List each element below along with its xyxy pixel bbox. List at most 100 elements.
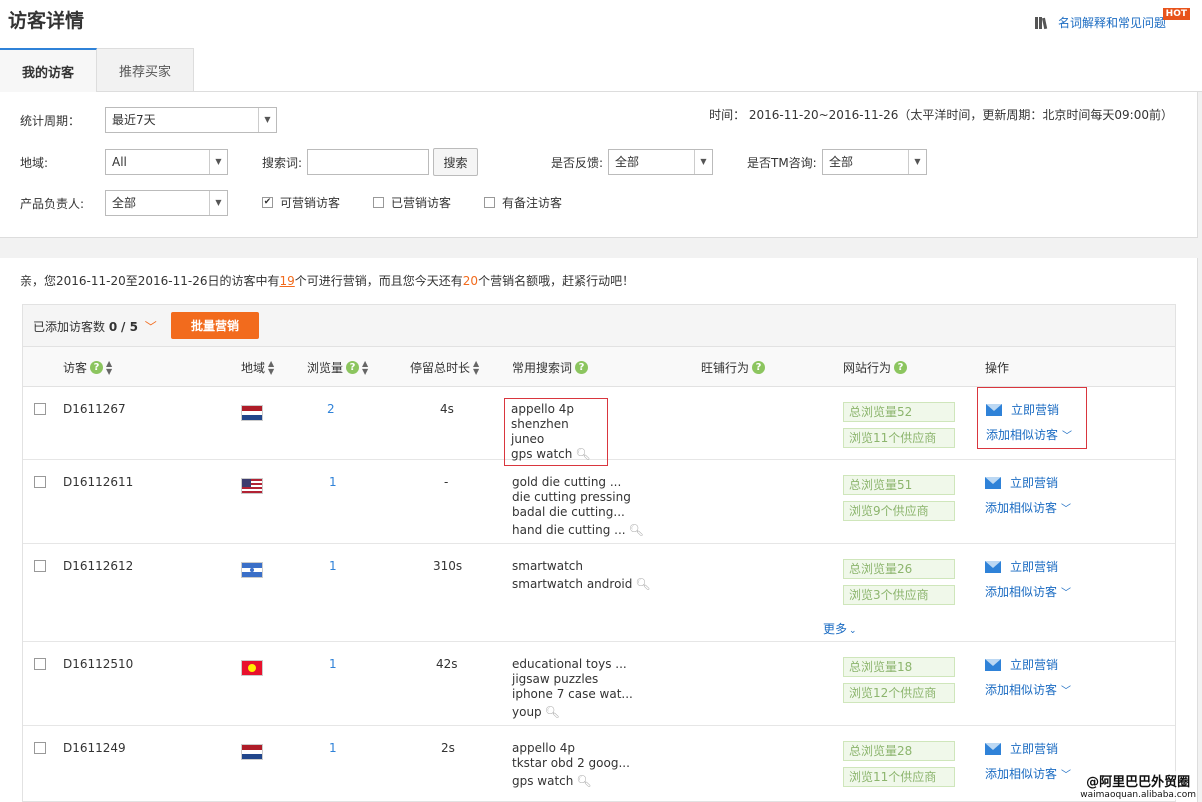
market-now-label[interactable]: 立即营销 bbox=[1011, 401, 1059, 418]
dropdown-arrow-icon[interactable]: ▼ bbox=[258, 108, 276, 132]
search-icon[interactable]: 🔍︎ bbox=[635, 577, 650, 591]
add-similar-link[interactable]: 添加相似访客 ﹀ bbox=[985, 681, 1071, 698]
market-now-link[interactable]: 立即营销 bbox=[985, 656, 1071, 673]
more-label[interactable]: 更多 bbox=[823, 622, 847, 636]
chevron-down-icon[interactable]: ﹀ bbox=[145, 320, 157, 334]
checkbox-icon[interactable] bbox=[373, 197, 384, 208]
keyword: youp bbox=[512, 705, 542, 719]
tm-select[interactable]: 全部 ▼ bbox=[822, 149, 927, 175]
period-select[interactable]: 最近7天 ▼ bbox=[105, 107, 277, 133]
row-checkbox[interactable] bbox=[34, 742, 46, 754]
col-region[interactable]: 地域 ▲ ▼ bbox=[241, 359, 274, 376]
market-now-label[interactable]: 立即营销 bbox=[1010, 558, 1058, 575]
views-count[interactable]: 1 bbox=[329, 657, 337, 671]
marketable-count[interactable]: 19 bbox=[279, 274, 294, 288]
sort-icon[interactable]: ▲ ▼ bbox=[473, 359, 479, 376]
row-checkbox[interactable] bbox=[34, 560, 46, 572]
keyword: educational toys ... bbox=[512, 657, 627, 671]
add-similar-label[interactable]: 添加相似访客 bbox=[985, 681, 1057, 698]
search-icon[interactable]: 🔍︎ bbox=[629, 523, 644, 537]
add-similar-link[interactable]: 添加相似访客 ﹀ bbox=[985, 499, 1071, 516]
search-button[interactable]: 搜索 bbox=[433, 148, 478, 176]
added-total: / 5 bbox=[121, 320, 138, 334]
col-duration[interactable]: 停留总时长 ▲ ▼ bbox=[410, 359, 479, 376]
chevron-down-icon[interactable]: ﹀ bbox=[1062, 427, 1072, 442]
col-views[interactable]: 浏览量? ▲ ▼ bbox=[307, 359, 368, 376]
help-link[interactable]: 名词解释和常见问题 HOT bbox=[1034, 8, 1190, 31]
market-now-link[interactable]: 立即营销 bbox=[985, 558, 1071, 575]
row-checkbox[interactable] bbox=[34, 403, 46, 415]
feedback-select-value: 全部 bbox=[615, 155, 640, 169]
sort-icon[interactable]: ▲ ▼ bbox=[106, 359, 112, 376]
search-input[interactable] bbox=[307, 149, 429, 175]
add-similar-label[interactable]: 添加相似访客 bbox=[985, 765, 1057, 782]
envelope-icon bbox=[985, 742, 1001, 755]
dropdown-arrow-icon[interactable]: ▼ bbox=[209, 191, 227, 215]
keyword: gps watch bbox=[511, 447, 573, 461]
tab-recommended-buyers[interactable]: 推荐买家 bbox=[97, 48, 194, 92]
checkbox-checked-icon[interactable]: ✔ bbox=[262, 197, 273, 208]
search-icon[interactable]: 🔍︎ bbox=[575, 447, 590, 461]
sort-icon[interactable]: ▲ ▼ bbox=[362, 359, 368, 376]
keyword-list: gold die cutting ... die cutting pressin… bbox=[512, 475, 644, 538]
views-count[interactable]: 1 bbox=[329, 559, 337, 573]
region-select[interactable]: All ▼ bbox=[105, 149, 228, 175]
row-checkbox[interactable] bbox=[34, 658, 46, 670]
search-icon[interactable]: 🔍︎ bbox=[576, 774, 591, 788]
help-icon[interactable]: ? bbox=[575, 361, 589, 374]
owner-select[interactable]: 全部 ▼ bbox=[105, 190, 228, 216]
double-chevron-down-icon[interactable]: ⌄ bbox=[849, 626, 857, 636]
tab-my-visitors[interactable]: 我的访客 bbox=[0, 48, 97, 93]
flag-kyrgyzstan-icon bbox=[241, 660, 263, 676]
market-now-link[interactable]: 立即营销 bbox=[985, 740, 1071, 757]
help-icon[interactable]: ? bbox=[90, 361, 104, 374]
market-now-label[interactable]: 立即营销 bbox=[1010, 740, 1058, 757]
col-visitor[interactable]: 访客? ▲ ▼ bbox=[63, 359, 112, 376]
visitor-table: 已添加访客数 0 / 5 ﹀ 批量营销 访客? ▲ ▼ 地域 ▲ ▼ 浏览量? ▲ ▼ 停留… bbox=[22, 304, 1176, 802]
sort-icon[interactable]: ▲ ▼ bbox=[268, 359, 274, 376]
checkbox-marketable[interactable]: ✔ 可营销访客 bbox=[262, 194, 340, 211]
more-link[interactable]: 更多 ⌄ bbox=[823, 620, 857, 637]
market-now-link[interactable]: 立即营销 bbox=[985, 474, 1071, 491]
watermark: @阿里巴巴外贸圈 waimaoquan.alibaba.com bbox=[1080, 771, 1196, 800]
market-now-label[interactable]: 立即营销 bbox=[1010, 474, 1058, 491]
col-actions: 操作 bbox=[985, 361, 1010, 375]
help-icon[interactable]: ? bbox=[346, 361, 360, 374]
dropdown-arrow-icon[interactable]: ▼ bbox=[694, 150, 712, 174]
dropdown-arrow-icon[interactable]: ▼ bbox=[908, 150, 926, 174]
chevron-down-icon[interactable]: ﹀ bbox=[1061, 682, 1071, 697]
added-visitors[interactable]: 已添加访客数 0 / 5 ﹀ bbox=[33, 318, 157, 335]
keyword-list: educational toys ... jigsaw puzzles ipho… bbox=[512, 657, 633, 720]
flag-usa-icon bbox=[241, 478, 263, 494]
time-info: 时间： 2016-11-20~2016-11-26（太平洋时间，更新周期：北京时… bbox=[709, 108, 1173, 122]
feedback-select[interactable]: 全部 ▼ bbox=[608, 149, 713, 175]
market-now-label[interactable]: 立即营销 bbox=[1010, 656, 1058, 673]
feedback-label: 是否反馈: bbox=[551, 156, 604, 170]
chevron-down-icon[interactable]: ﹀ bbox=[1061, 766, 1071, 781]
views-count[interactable]: 1 bbox=[329, 741, 337, 755]
help-icon[interactable]: ? bbox=[894, 361, 908, 374]
batch-market-button[interactable]: 批量营销 bbox=[171, 312, 259, 339]
help-icon[interactable]: ? bbox=[752, 361, 766, 374]
add-similar-link[interactable]: 添加相似访客 ﹀ bbox=[985, 583, 1071, 600]
add-similar-label[interactable]: 添加相似访客 bbox=[985, 499, 1057, 516]
add-similar-link[interactable]: 添加相似访客 ﹀ bbox=[986, 426, 1086, 443]
add-similar-label[interactable]: 添加相似访客 bbox=[985, 583, 1057, 600]
table-row: D16112612 1 310s smartwatch smartwatch a… bbox=[23, 544, 1175, 642]
add-similar-link[interactable]: 添加相似访客 ﹀ bbox=[985, 765, 1071, 782]
help-link-label[interactable]: 名词解释和常见问题 bbox=[1058, 14, 1166, 31]
checkbox-icon[interactable] bbox=[484, 197, 495, 208]
add-similar-label[interactable]: 添加相似访客 bbox=[986, 426, 1058, 443]
checkbox-noted[interactable]: 有备注访客 bbox=[484, 194, 562, 211]
checkbox-marketed[interactable]: 已营销访客 bbox=[373, 194, 451, 211]
dropdown-arrow-icon[interactable]: ▼ bbox=[209, 150, 227, 174]
chevron-down-icon[interactable]: ﹀ bbox=[1061, 584, 1071, 599]
chevron-down-icon[interactable]: ﹀ bbox=[1061, 500, 1071, 515]
total-views-badge: 总浏览量51 bbox=[843, 475, 955, 495]
views-count[interactable]: 2 bbox=[327, 402, 335, 416]
visitor-id: D1611267 bbox=[63, 402, 126, 416]
search-icon[interactable]: 🔍︎ bbox=[545, 705, 560, 719]
views-count[interactable]: 1 bbox=[329, 475, 337, 489]
market-now-link[interactable]: 立即营销 bbox=[986, 401, 1086, 418]
row-checkbox[interactable] bbox=[34, 476, 46, 488]
